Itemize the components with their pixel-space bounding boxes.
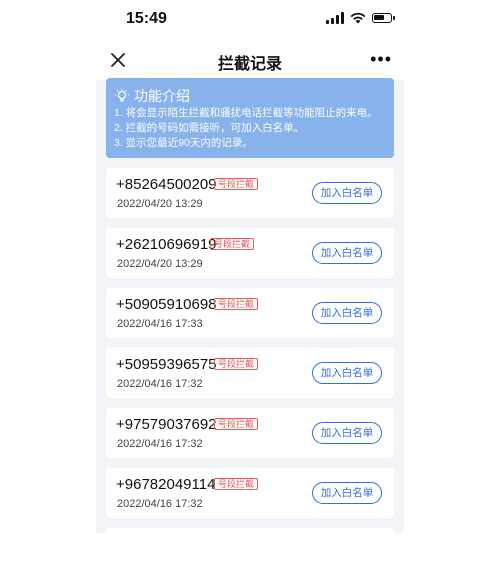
record-item: +96782049114 号段拦截 2022/04/16 17:32 加入白名单 [106, 468, 394, 518]
wifi-icon [350, 12, 366, 24]
intercept-tag: 号段拦截 [214, 178, 259, 190]
record-date: 2022/04/16 17:33 [117, 318, 203, 330]
intercept-tag: 号段拦截 [214, 478, 259, 490]
feature-intro-line: 1. 将会显示陌生拦截和骚扰电话拦截等功能阻止的来电。 [114, 107, 378, 119]
phone-number: +50905910698 [116, 296, 217, 313]
record-date: 2022/04/16 17:32 [117, 438, 203, 450]
feature-intro-text: 1. 将会显示陌生拦截和骚扰电话拦截等功能阻止的来电。 2. 拦截的号码如需接听… [114, 106, 378, 151]
status-icons [326, 12, 395, 24]
record-item: +26210696919 号段拦截 2022/04/20 13:29 加入白名单 [106, 228, 394, 278]
add-to-whitelist-button[interactable]: 加入白名单 [312, 302, 382, 324]
add-to-whitelist-button[interactable]: 加入白名单 [312, 362, 382, 384]
record-date: 2022/04/20 13:29 [117, 198, 203, 210]
status-time: 15:49 [126, 10, 167, 27]
phone-number: +50959396575 [116, 356, 217, 373]
feature-intro-header: 功能介绍 [114, 86, 190, 106]
intercept-tag: 号段拦截 [214, 358, 259, 370]
feature-intro-line: 2. 拦截的号码如需接听，可加入白名单。 [114, 122, 305, 134]
add-to-whitelist-button[interactable]: 加入白名单 [312, 482, 382, 504]
feature-intro-box: 功能介绍 1. 将会显示陌生拦截和骚扰电话拦截等功能阻止的来电。 2. 拦截的号… [106, 78, 394, 158]
add-to-whitelist-button[interactable]: 加入白名单 [312, 182, 382, 204]
record-item-partial [106, 528, 394, 578]
add-to-whitelist-button[interactable]: 加入白名单 [312, 242, 382, 264]
phone-screen: 15:49 拦截记录 ••• 功能介绍 1. 将会显示陌生拦截和骚扰电话拦截等功… [96, 0, 404, 578]
record-item: +50959396575 号段拦截 2022/04/16 17:32 加入白名单 [106, 348, 394, 398]
record-item: +50905910698 号段拦截 2022/04/16 17:33 加入白名单 [106, 288, 394, 338]
record-date: 2022/04/20 13:29 [117, 258, 203, 270]
cellular-signal-icon [326, 12, 344, 24]
feature-intro-title: 功能介绍 [134, 88, 190, 104]
status-bar: 15:49 [96, 0, 404, 40]
lightbulb-icon [114, 88, 130, 102]
record-item: +97579037692 号段拦截 2022/04/16 17:32 加入白名单 [106, 408, 394, 458]
intercept-tag: 号段拦截 [214, 418, 259, 430]
intercept-tag: 号段拦截 [214, 298, 259, 310]
phone-number: +96782049114 [116, 476, 216, 493]
battery-icon [372, 13, 395, 23]
nav-bar: 拦截记录 ••• [96, 40, 404, 80]
record-date: 2022/04/16 17:32 [117, 378, 203, 390]
record-date: 2022/04/16 17:32 [117, 498, 203, 510]
page-title: 拦截记录 [217, 56, 282, 73]
page-margin-left [0, 80, 96, 533]
record-item: +85264500209 号段拦截 2022/04/20 13:29 加入白名单 [106, 168, 394, 218]
phone-number: +97579037692 [116, 416, 217, 433]
intercept-tag: 号段拦截 [210, 238, 255, 250]
phone-number: +26210696919 [116, 236, 217, 253]
feature-intro-line: 3. 显示您最近90天内的记录。 [114, 137, 253, 149]
phone-number: +85264500209 [116, 176, 217, 193]
add-to-whitelist-button[interactable]: 加入白名单 [312, 422, 382, 444]
more-icon[interactable]: ••• [370, 50, 392, 68]
page-margin-right [404, 80, 500, 533]
